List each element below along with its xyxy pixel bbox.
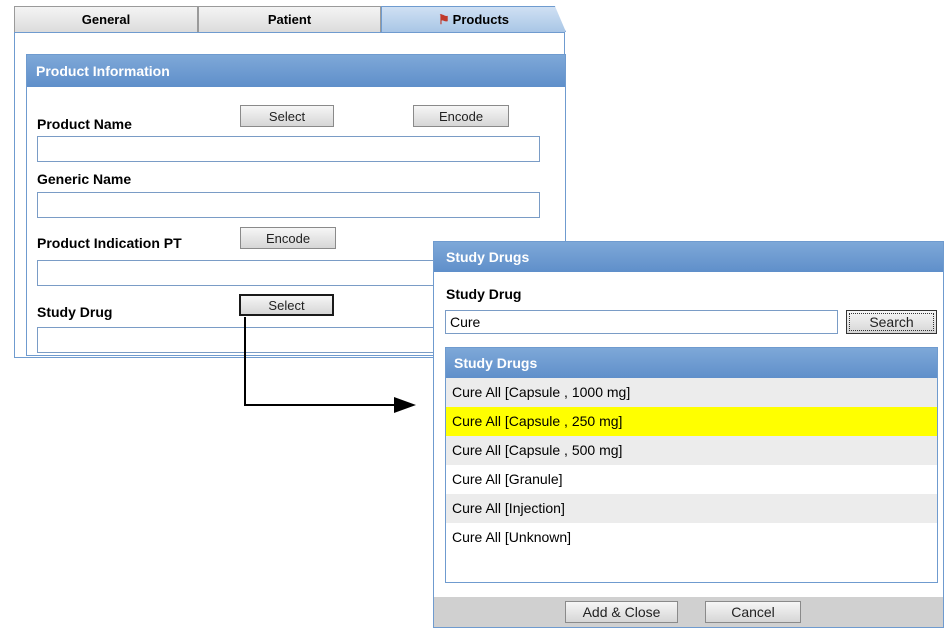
arrow-connector-horizontal xyxy=(244,404,396,406)
tab-products-label: Products xyxy=(452,12,509,27)
arrow-head-icon xyxy=(394,397,416,413)
product-name-label: Product Name xyxy=(37,116,132,132)
study-drugs-dialog: Study Drugs Study Drug Cure Search Study… xyxy=(433,241,944,628)
product-name-field[interactable] xyxy=(37,136,540,162)
study-drug-search-input[interactable]: Cure xyxy=(445,310,838,334)
study-drug-label: Study Drug xyxy=(37,304,113,320)
tab-general-label: General xyxy=(81,12,131,27)
study-drug-select-button[interactable]: Select xyxy=(239,294,334,316)
cancel-button[interactable]: Cancel xyxy=(705,601,801,623)
tab-bar: General Patient ⚑ Products xyxy=(14,6,566,32)
list-item[interactable]: Cure All [Unknown] xyxy=(446,523,937,552)
product-name-encode-button[interactable]: Encode xyxy=(413,105,509,127)
generic-name-label: Generic Name xyxy=(37,171,132,187)
search-button[interactable]: Search xyxy=(846,310,937,334)
panel-title: Product Information xyxy=(27,55,565,87)
tab-patient[interactable]: Patient xyxy=(198,6,381,32)
generic-name-field[interactable] xyxy=(37,192,540,218)
tab-general[interactable]: General xyxy=(14,6,198,32)
product-name-select-button[interactable]: Select xyxy=(240,105,334,127)
arrow-connector-vertical xyxy=(244,317,246,406)
list-item[interactable]: Cure All [Injection] xyxy=(446,494,937,523)
tab-patient-label: Patient xyxy=(267,12,312,27)
flag-icon: ⚑ xyxy=(438,11,450,27)
list-item[interactable]: Cure All [Capsule , 1000 mg] xyxy=(446,378,937,407)
dialog-title: Study Drugs xyxy=(434,242,943,272)
list-item-selected[interactable]: Cure All [Capsule , 250 mg] xyxy=(446,407,937,436)
indication-encode-button[interactable]: Encode xyxy=(240,227,336,249)
add-close-button[interactable]: Add & Close xyxy=(565,601,678,623)
list-item[interactable]: Cure All [Capsule , 500 mg] xyxy=(446,436,937,465)
product-indication-label: Product Indication PT xyxy=(37,235,182,251)
dialog-footer: Add & Close Cancel xyxy=(434,597,943,627)
tab-products[interactable]: ⚑ Products xyxy=(381,6,566,32)
list-item[interactable]: Cure All [Granule] xyxy=(446,465,937,494)
study-drug-search-label: Study Drug xyxy=(446,286,522,302)
study-drugs-list: Study Drugs Cure All [Capsule , 1000 mg]… xyxy=(445,347,938,583)
list-title: Study Drugs xyxy=(446,348,937,378)
